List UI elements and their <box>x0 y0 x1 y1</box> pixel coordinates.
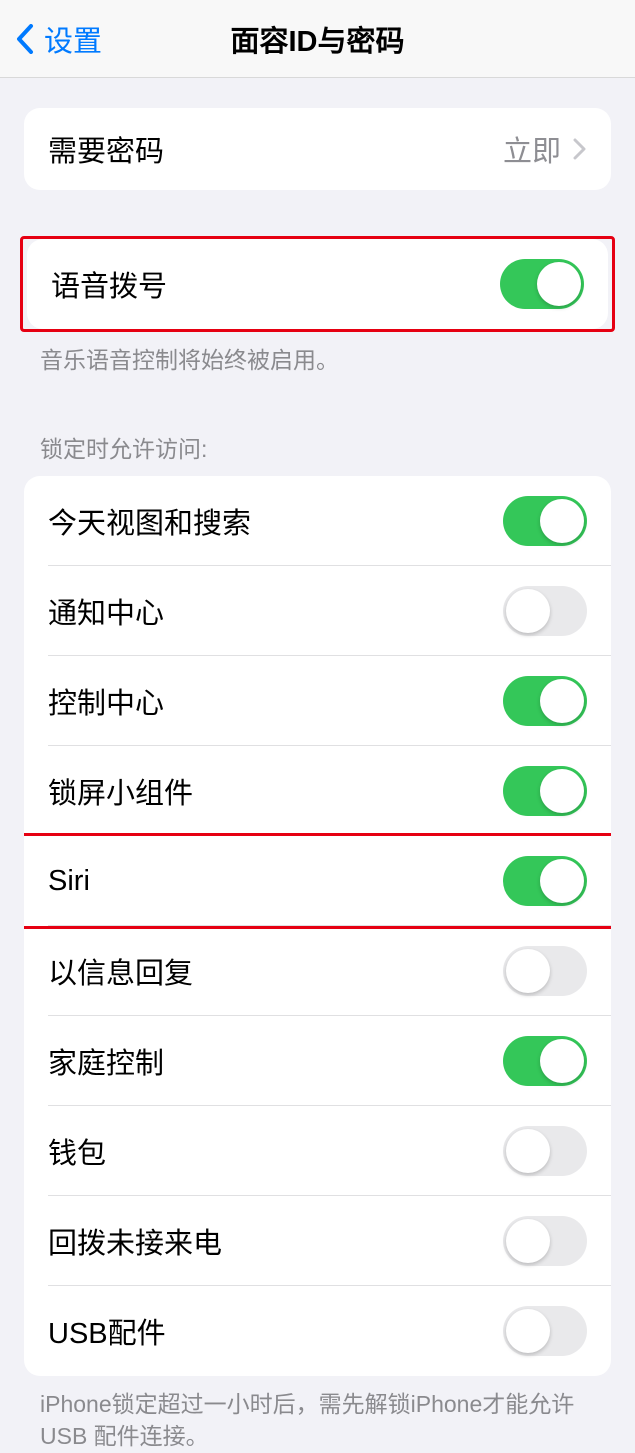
voice-dial-footer: 音乐语音控制将始终被启用。 <box>0 332 635 376</box>
lock-access-toggle[interactable] <box>503 1306 587 1356</box>
voice-dial-highlight: 语音拨号 <box>20 236 615 332</box>
require-passcode-label: 需要密码 <box>48 128 164 170</box>
lock-access-row: 家庭控制 <box>24 1016 611 1106</box>
back-label: 设置 <box>44 18 102 60</box>
nav-bar: 设置 面容ID与密码 <box>0 0 635 78</box>
lock-access-toggle[interactable] <box>503 496 587 546</box>
chevron-right-icon <box>573 138 587 160</box>
lock-access-item-label: 今天视图和搜索 <box>48 500 251 542</box>
lock-access-item-label: 家庭控制 <box>48 1040 164 1082</box>
voice-dial-label: 语音拨号 <box>51 263 167 305</box>
lock-access-toggle[interactable] <box>503 946 587 996</box>
lock-access-row: 钱包 <box>24 1106 611 1196</box>
lock-access-toggle[interactable] <box>503 676 587 726</box>
lock-access-toggle[interactable] <box>503 856 587 906</box>
lock-access-group: 今天视图和搜索通知中心控制中心锁屏小组件 Siri 以信息回复家庭控制钱包回拨未接来… <box>24 476 611 1376</box>
lock-access-item-label: 回拨未接来电 <box>48 1220 222 1262</box>
lock-access-toggle[interactable] <box>503 1126 587 1176</box>
lock-access-row: 锁屏小组件 <box>24 746 611 836</box>
lock-access-item-label: Siri <box>48 865 90 898</box>
lock-access-row: 通知中心 <box>24 566 611 656</box>
lock-access-toggle[interactable] <box>503 1036 587 1086</box>
lock-access-item-label: USB配件 <box>48 1310 166 1352</box>
lock-access-item-label: 控制中心 <box>48 680 164 722</box>
lock-access-row: USB配件 <box>24 1286 611 1376</box>
lock-access-toggle[interactable] <box>503 586 587 636</box>
chevron-left-icon <box>16 24 34 54</box>
lock-access-item-label: 通知中心 <box>48 590 164 632</box>
lock-access-item-label: 以信息回复 <box>48 950 193 992</box>
require-passcode-value: 立即 <box>503 128 561 170</box>
lock-access-row: 今天视图和搜索 <box>24 476 611 566</box>
lock-access-footer: iPhone锁定超过一小时后，需先解锁iPhone才能允许USB 配件连接。 <box>0 1376 635 1452</box>
back-button[interactable]: 设置 <box>16 18 102 60</box>
lock-access-row: Siri <box>24 836 611 926</box>
require-passcode-row[interactable]: 需要密码 立即 <box>24 108 611 190</box>
lock-access-toggle[interactable] <box>503 1216 587 1266</box>
lock-access-item-label: 锁屏小组件 <box>48 770 193 812</box>
voice-dial-row: 语音拨号 <box>27 239 608 329</box>
lock-access-row: 回拨未接来电 <box>24 1196 611 1286</box>
voice-dial-toggle[interactable] <box>500 259 584 309</box>
lock-access-row: 以信息回复 <box>24 926 611 1016</box>
page-title: 面容ID与密码 <box>230 18 404 60</box>
lock-access-row: 控制中心 <box>24 656 611 746</box>
lock-access-header: 锁定时允许访问: <box>0 406 635 476</box>
lock-access-item-label: 钱包 <box>48 1130 106 1172</box>
lock-access-toggle[interactable] <box>503 766 587 816</box>
